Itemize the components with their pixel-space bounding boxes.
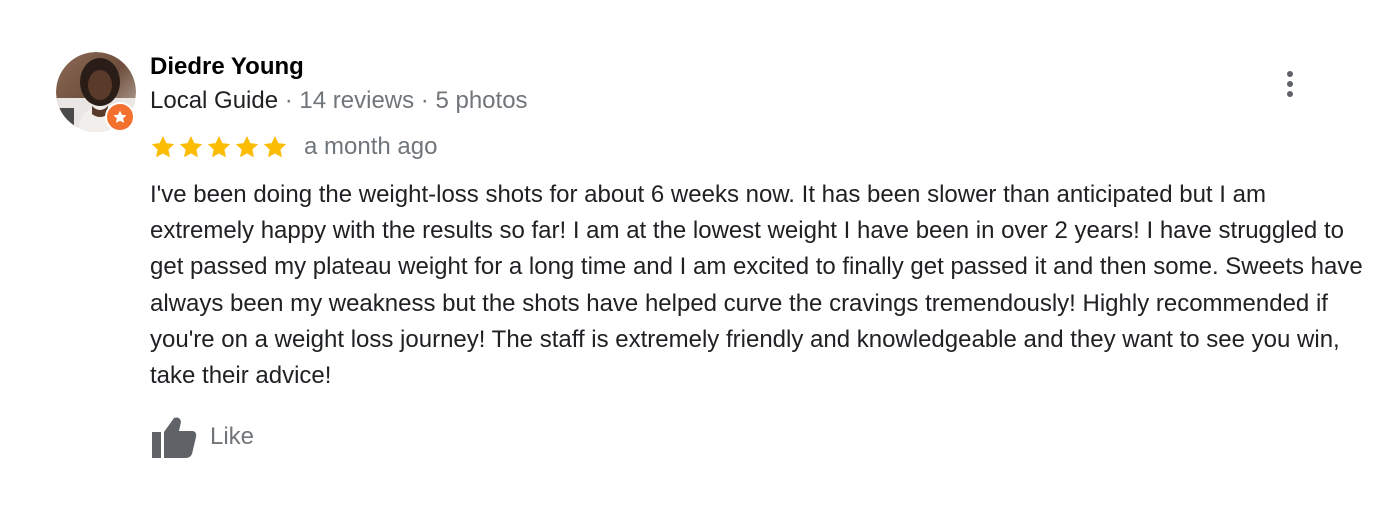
local-guide-star-icon <box>113 110 127 123</box>
photos-count: 5 photos <box>435 87 528 114</box>
star-icon <box>207 135 231 158</box>
star-rating <box>150 134 288 160</box>
meta-separator: · <box>278 87 300 114</box>
meta-separator: · <box>414 87 436 114</box>
star-icon <box>151 135 175 158</box>
reviews-count: 14 reviews <box>299 87 415 114</box>
avatar-container[interactable] <box>56 52 136 132</box>
like-label: Like <box>210 423 255 450</box>
author-name[interactable]: Diedre Young <box>150 52 304 82</box>
review-card: Diedre Young Local Guide · 14 reviews · … <box>0 0 1394 510</box>
star-icon <box>235 135 259 158</box>
local-guide-badge <box>105 102 135 132</box>
star-icon <box>179 135 203 158</box>
more-vert-icon <box>1287 71 1293 97</box>
like-button[interactable]: Like <box>150 415 254 459</box>
star-icon <box>263 135 287 158</box>
thumbs-up-icon <box>152 417 197 458</box>
review-date: a month ago <box>304 133 438 160</box>
rating-row: a month ago <box>150 130 437 164</box>
local-guide-label: Local Guide <box>150 87 279 114</box>
review-text: I've been doing the weight-loss shots fo… <box>150 181 1363 390</box>
author-meta: Local Guide · 14 reviews · 5 photos <box>150 86 528 116</box>
more-options-button[interactable] <box>1275 64 1305 104</box>
